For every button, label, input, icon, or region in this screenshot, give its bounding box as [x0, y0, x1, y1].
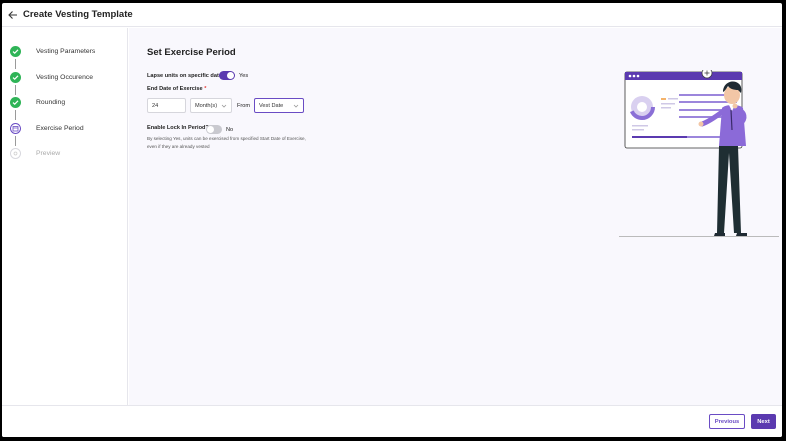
lock-in-help-text: By selecting Yes, units can be exercised… [147, 136, 306, 149]
quantity-value: 24 [152, 102, 159, 109]
lock-in-value-text: No [226, 127, 234, 133]
stepper-sidebar: Vesting Parameters Vesting Occurence Rou… [2, 28, 128, 405]
footer-bar: Previous Next [2, 405, 782, 437]
step-vesting-occurence[interactable]: Vesting Occurence [10, 70, 93, 84]
page-title: Create Vesting Template [23, 9, 133, 20]
required-mark: * [204, 86, 207, 92]
lapse-toggle[interactable] [219, 71, 235, 80]
step-label: Exercise Period [36, 124, 84, 132]
from-value: Vest Date [259, 102, 284, 109]
from-label: From [237, 103, 251, 109]
step-label: Rounding [36, 98, 66, 106]
toggle-knob [227, 72, 234, 79]
presenter-illustration [619, 70, 779, 238]
main-content: Set Exercise Period Lapse units on speci… [129, 28, 782, 405]
step-connector [15, 110, 16, 120]
check-icon [10, 96, 21, 108]
unit-select[interactable]: Month(s) [190, 98, 232, 113]
preview-icon [10, 147, 21, 159]
chevron-down-icon [221, 104, 227, 108]
lock-in-label: Enable Lock In Period? [147, 125, 209, 131]
from-select[interactable]: Vest Date [254, 98, 304, 113]
calendar-icon [10, 122, 21, 134]
check-icon [10, 45, 21, 57]
step-vesting-parameters[interactable]: Vesting Parameters [10, 44, 95, 58]
unit-value: Month(s) [195, 102, 218, 109]
step-connector [15, 136, 16, 146]
next-button[interactable]: Next [751, 414, 776, 429]
previous-button[interactable]: Previous [709, 414, 745, 429]
step-label: Vesting Parameters [36, 47, 96, 55]
lock-in-toggle[interactable] [206, 125, 222, 134]
quantity-input[interactable]: 24 [147, 98, 186, 113]
end-date-label: End Date of Exercise * [147, 86, 206, 92]
check-icon [10, 71, 21, 83]
lapse-label: Lapse units on specific date? [147, 73, 226, 79]
step-connector [15, 59, 16, 69]
step-preview[interactable]: Preview [10, 146, 60, 160]
end-date-label-text: End Date of Exercise [147, 86, 203, 92]
app-window: Create Vesting Template Vesting Paramete… [2, 3, 782, 437]
step-connector [15, 85, 16, 95]
step-label: Vesting Occurence [36, 73, 94, 81]
step-rounding[interactable]: Rounding [10, 95, 65, 109]
step-label: Preview [36, 149, 61, 157]
step-exercise-period[interactable]: Exercise Period [10, 121, 84, 135]
back-arrow-icon[interactable] [8, 10, 18, 20]
section-title: Set Exercise Period [147, 47, 236, 58]
page-header: Create Vesting Template [2, 3, 782, 27]
toggle-knob [207, 126, 214, 133]
chevron-down-icon [293, 104, 299, 108]
lapse-value-text: Yes [239, 73, 249, 79]
